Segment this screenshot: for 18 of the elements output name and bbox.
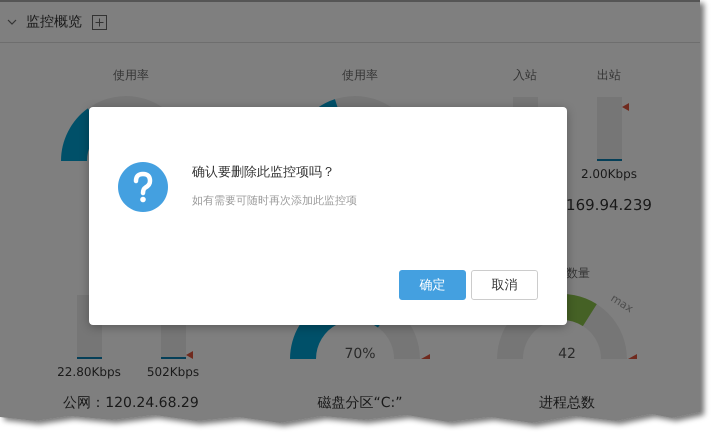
gauge-label: 使用率 xyxy=(113,68,149,82)
dialog-message: 如有需要可随时再次添加此监控项 xyxy=(192,193,357,209)
bar-value: 22.80Kbps xyxy=(57,365,121,379)
widget-caption: 磁盘分区“C:” xyxy=(318,394,402,413)
bar-value: 502Kbps xyxy=(146,365,200,379)
widget-caption: 公网：120.24.68.29 xyxy=(63,394,199,413)
gauge-label: 数量 xyxy=(566,266,590,280)
widget-caption: 169.94.239 xyxy=(566,195,652,215)
widget-caption: 进程总数 xyxy=(539,394,595,413)
bar-label: 出站 xyxy=(597,68,621,82)
gauge-value: 70% xyxy=(343,346,377,362)
bar-label: 入站 xyxy=(513,68,537,82)
section-title: 监控概览 xyxy=(26,13,82,31)
cancel-button[interactable]: 取消 xyxy=(471,270,538,300)
dialog-title: 确认要删除此监控项吗？ xyxy=(192,164,336,182)
gauge-label: 使用率 xyxy=(342,68,378,82)
bar-value: 2.00Kbps xyxy=(580,167,638,181)
gauge-value: 42 xyxy=(557,346,577,362)
